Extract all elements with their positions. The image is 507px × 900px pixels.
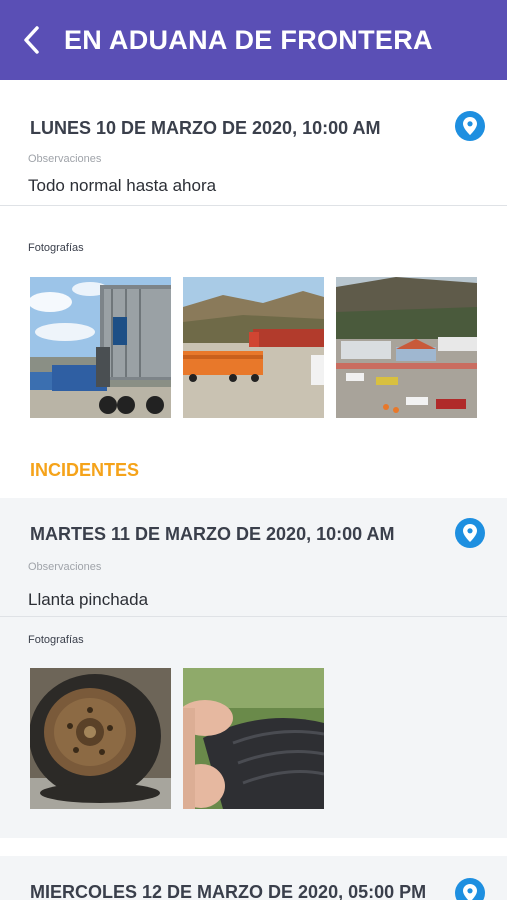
photos-label: Fotografías bbox=[28, 242, 84, 254]
entry-date: LUNES 10 DE MARZO DE 2020, 10:00 AM bbox=[30, 118, 381, 138]
divider bbox=[0, 616, 507, 617]
app-header: EN ADUANA DE FRONTERA bbox=[0, 0, 507, 80]
punctured-tire-closeup-photo[interactable] bbox=[183, 668, 324, 809]
location-button[interactable] bbox=[455, 878, 485, 900]
observations-label: Observaciones bbox=[28, 153, 102, 165]
divider bbox=[0, 205, 507, 206]
container-truck-photo[interactable] bbox=[30, 277, 171, 418]
observations-label: Observaciones bbox=[28, 561, 102, 573]
back-button[interactable] bbox=[0, 0, 64, 80]
page-title: EN ADUANA DE FRONTERA bbox=[64, 24, 433, 55]
entry-date: MIERCOLES 12 DE MARZO DE 2020, 05:00 PM bbox=[30, 882, 427, 900]
location-pin-icon bbox=[463, 884, 477, 900]
location-button[interactable] bbox=[455, 111, 485, 141]
border-checkpoint-photo[interactable] bbox=[336, 277, 477, 418]
orange-cargo-trucks-photo[interactable] bbox=[183, 277, 324, 418]
location-button[interactable] bbox=[455, 518, 485, 548]
log-entry: LUNES 10 DE MARZO DE 2020, 10:00 AM Obse… bbox=[0, 80, 507, 500]
location-pin-icon bbox=[463, 117, 477, 135]
incidents-heading: INCIDENTES bbox=[30, 460, 140, 480]
chevron-left-icon bbox=[24, 26, 39, 54]
incident-entry: MARTES 11 DE MARZO DE 2020, 10:00 AM Obs… bbox=[0, 498, 507, 838]
observations-text: Llanta pinchada bbox=[28, 590, 149, 609]
flat-tire-photo[interactable] bbox=[30, 668, 171, 809]
location-pin-icon bbox=[463, 524, 477, 542]
incident-entry: MIERCOLES 12 DE MARZO DE 2020, 05:00 PM bbox=[0, 856, 507, 900]
entry-date: MARTES 11 DE MARZO DE 2020, 10:00 AM bbox=[30, 524, 395, 544]
photos-label: Fotografías bbox=[28, 634, 84, 646]
observations-text: Todo normal hasta ahora bbox=[28, 176, 217, 195]
